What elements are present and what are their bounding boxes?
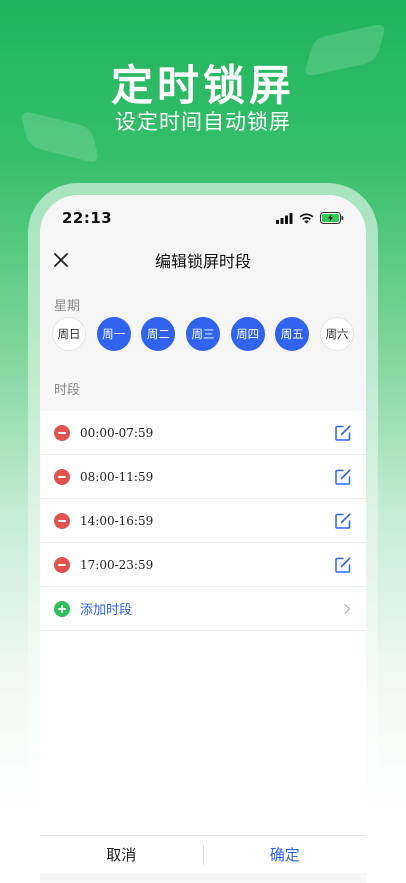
remove-icon[interactable] bbox=[54, 556, 70, 573]
remove-icon[interactable] bbox=[54, 424, 70, 441]
edit-icon[interactable] bbox=[334, 468, 352, 486]
hero-subtitle: 设定时间自动锁屏 bbox=[115, 110, 291, 134]
cancel-button[interactable]: 取消 bbox=[40, 844, 203, 865]
close-icon[interactable] bbox=[50, 249, 72, 271]
slot-time: 17:00-23:59 bbox=[80, 557, 154, 572]
day-thursday[interactable]: 周四 bbox=[230, 317, 265, 351]
day-monday[interactable]: 周一 bbox=[96, 317, 131, 351]
day-wednesday[interactable]: 周三 bbox=[185, 317, 220, 351]
add-icon bbox=[54, 600, 70, 617]
confirm-button[interactable]: 确定 bbox=[204, 844, 367, 865]
phone-screen: 22:13 编辑锁屏时段 星期 周日 周一 周二 周三 周四 周五 周六 时段 … bbox=[40, 195, 366, 883]
edit-icon[interactable] bbox=[334, 424, 352, 442]
chevron-right-icon bbox=[344, 603, 351, 614]
signal-icon bbox=[276, 212, 293, 224]
day-friday[interactable]: 周五 bbox=[275, 317, 310, 351]
slot-list: 00:00-07:59 08:00-11:59 14:00-16:59 17:0… bbox=[40, 411, 366, 631]
remove-icon[interactable] bbox=[54, 512, 70, 529]
slot-time: 14:00-16:59 bbox=[80, 513, 154, 528]
content-area bbox=[40, 631, 366, 835]
page-title: 编辑锁屏时段 bbox=[154, 252, 251, 271]
action-bar: 取消 确定 bbox=[40, 835, 366, 873]
nav-bar: 编辑锁屏时段 bbox=[40, 241, 366, 279]
slot-time: 00:00-07:59 bbox=[80, 425, 154, 440]
status-bar: 22:13 bbox=[40, 195, 366, 241]
status-time: 22:13 bbox=[62, 209, 113, 227]
wifi-icon bbox=[299, 212, 314, 223]
slot-row: 00:00-07:59 bbox=[40, 411, 366, 455]
remove-icon[interactable] bbox=[54, 468, 70, 485]
day-sunday[interactable]: 周日 bbox=[52, 317, 86, 351]
edit-icon[interactable] bbox=[334, 512, 352, 530]
slot-row: 08:00-11:59 bbox=[40, 455, 366, 499]
slot-row: 14:00-16:59 bbox=[40, 499, 366, 543]
slot-time: 08:00-11:59 bbox=[80, 469, 154, 484]
day-saturday[interactable]: 周六 bbox=[319, 317, 354, 351]
slot-row: 17:00-23:59 bbox=[40, 543, 366, 587]
add-slot-label: 添加时段 bbox=[80, 603, 133, 618]
weekday-selector: 周日 周一 周二 周三 周四 周五 周六 bbox=[40, 317, 366, 353]
week-label: 星期 bbox=[54, 299, 81, 314]
day-tuesday[interactable]: 周二 bbox=[141, 317, 176, 351]
phone-frame: 22:13 编辑锁屏时段 星期 周日 周一 周二 周三 周四 周五 周六 时段 … bbox=[28, 183, 378, 883]
slots-label: 时段 bbox=[54, 383, 81, 398]
edit-icon[interactable] bbox=[334, 556, 352, 574]
status-icons bbox=[276, 212, 344, 224]
battery-charging-icon bbox=[320, 212, 344, 224]
hero-title: 定时锁屏 bbox=[110, 61, 295, 110]
add-slot-row[interactable]: 添加时段 bbox=[40, 587, 366, 631]
